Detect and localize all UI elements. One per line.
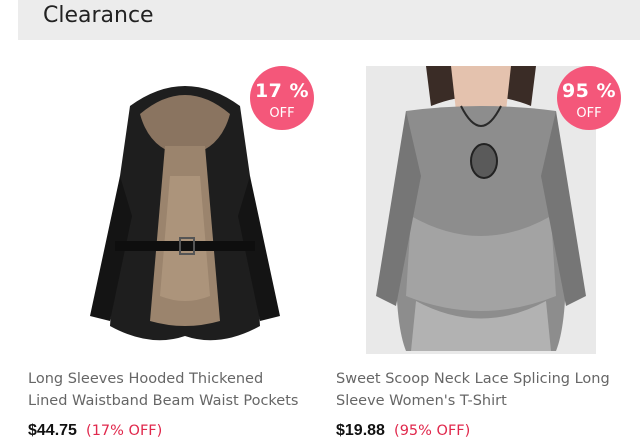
product-title-line[interactable]: Sleeve Women's T-Shirt (336, 390, 636, 412)
product-discount: (95% OFF) (394, 423, 471, 439)
price-row: $44.75 (17% OFF) (28, 420, 162, 440)
product-title-line[interactable]: Sweet Scoop Neck Lace Splicing Long (336, 368, 636, 390)
product-title-link[interactable]: Long Sleeves Hooded Thickened Lined Wais… (28, 368, 328, 412)
product-discount: (17% OFF) (86, 423, 163, 439)
product-title-line[interactable]: Lined Waistband Beam Waist Pockets (28, 390, 328, 412)
discount-badge: 95 % OFF (557, 66, 621, 130)
section-header: Clearance (18, 0, 640, 40)
badge-percent: 17 % (254, 80, 310, 102)
section-title: Clearance (43, 3, 154, 28)
badge-off-label: OFF (269, 106, 295, 121)
badge-percent: 95 % (561, 80, 617, 102)
product-price: $44.75 (28, 422, 77, 439)
product-price: $19.88 (336, 422, 385, 439)
discount-badge: 17 % OFF (250, 66, 314, 130)
price-row: $19.88 (95% OFF) (336, 420, 470, 440)
product-title-line[interactable]: Long Sleeves Hooded Thickened (28, 368, 328, 390)
badge-off-label: OFF (576, 106, 602, 121)
product-title-link[interactable]: Sweet Scoop Neck Lace Splicing Long Slee… (336, 368, 636, 412)
